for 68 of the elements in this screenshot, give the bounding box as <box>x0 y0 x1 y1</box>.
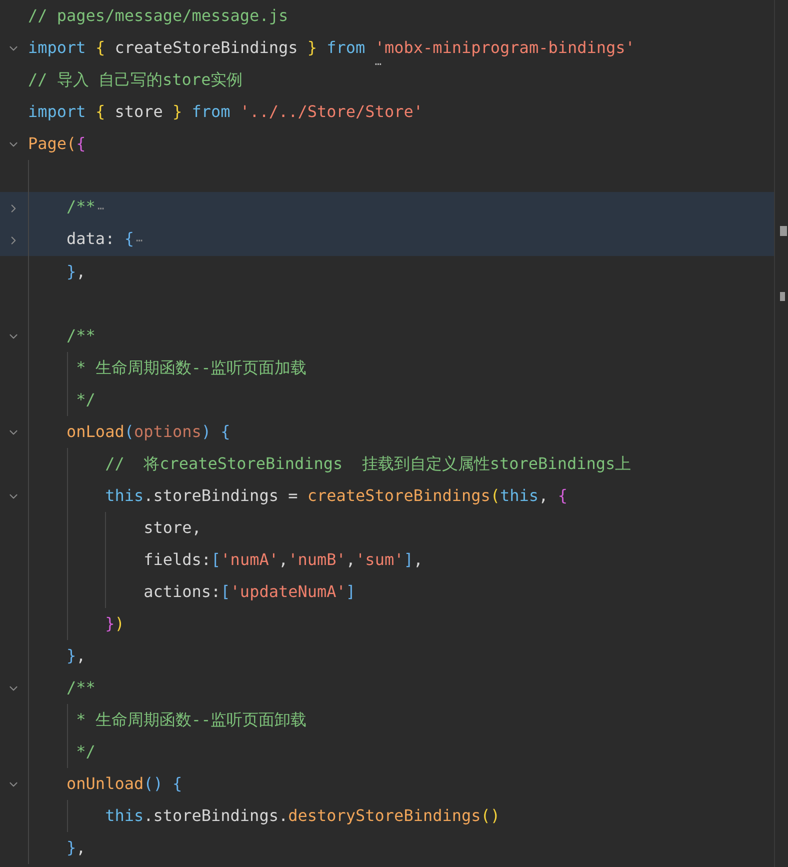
code-token: destoryStoreBindings <box>288 806 481 825</box>
code-token: 'numB' <box>288 550 346 569</box>
code-comment: */ <box>75 742 96 761</box>
folded-marker[interactable]: ⋯ <box>136 234 143 247</box>
code-token: [ <box>220 582 230 601</box>
hint-marker: … <box>374 55 382 70</box>
code-token: from <box>192 102 232 121</box>
code-comment: // 将createStoreBindings 挂载到自定义属性storeBindings上 <box>104 454 632 473</box>
code-token: { <box>124 229 134 248</box>
code-token: ) <box>114 614 124 633</box>
code-token: } <box>172 102 184 121</box>
code-token: ] <box>404 550 414 569</box>
code-token: .storeBindings = <box>144 486 299 505</box>
code-comment: * 生命周期函数--监听页面卸载 <box>75 710 307 729</box>
code-token: import <box>28 38 87 57</box>
code-token: } <box>66 646 76 665</box>
code-token: onLoad <box>66 422 124 441</box>
code-token: this <box>104 486 144 505</box>
code-token: createStoreBindings <box>307 486 490 505</box>
code-token: } <box>307 38 318 57</box>
code-token: data: <box>66 229 116 248</box>
code-token: } <box>66 838 76 857</box>
code-token: 'updateNumA' <box>230 582 346 601</box>
code-token: store, <box>142 518 202 537</box>
code-comment: * 生命周期函数--监听页面加载 <box>75 358 307 377</box>
code-comment: /** <box>66 678 96 697</box>
code-token: createStoreBindings <box>114 38 299 57</box>
code-token: 'sum' <box>356 550 404 569</box>
code-token: { <box>558 486 568 505</box>
code-token: 'numA' <box>220 550 278 569</box>
code-token: this <box>500 486 539 505</box>
code-token: () { <box>144 774 182 793</box>
code-token: onUnload <box>66 774 144 793</box>
scrollbar[interactable] <box>774 0 788 867</box>
code-token: this <box>104 806 144 825</box>
code-comment: // 导入 自己写的store实例 <box>28 70 243 89</box>
code-token: , <box>76 262 86 281</box>
code-token: '../../Store/Store' <box>240 102 423 121</box>
code-token: store <box>114 102 164 121</box>
code-token: ) { <box>201 422 230 441</box>
code-token: { <box>95 38 106 57</box>
code-token: , <box>278 550 288 569</box>
folded-marker[interactable]: ⋯ <box>97 202 104 215</box>
code-token: , <box>346 550 356 569</box>
code-token: } <box>66 262 76 281</box>
code-token: [ <box>211 550 221 569</box>
code-token: options <box>134 422 202 441</box>
code-token: Page( <box>28 134 76 153</box>
code-comment: // pages/message/message.js <box>28 6 288 25</box>
code-token: , <box>538 486 550 505</box>
code-comment: /** <box>66 326 96 345</box>
code-token: { <box>76 134 86 153</box>
code-token: from <box>326 38 366 57</box>
code-token: .storeBindings. <box>144 806 288 825</box>
code-token: ( <box>490 486 500 505</box>
code-comment: /** <box>66 197 96 216</box>
code-token: ] <box>346 582 356 601</box>
code-comment: */ <box>75 390 96 409</box>
code-token: , <box>413 550 423 569</box>
code-token: { <box>95 102 106 121</box>
code-token: () <box>480 806 500 825</box>
code-token: , <box>76 838 86 857</box>
code-token: } <box>104 614 115 633</box>
code-token: fields: <box>142 550 212 569</box>
code-token: ( <box>124 422 134 441</box>
code-token: , <box>76 646 86 665</box>
code-token: import <box>28 102 87 121</box>
code-token: actions: <box>142 582 221 601</box>
